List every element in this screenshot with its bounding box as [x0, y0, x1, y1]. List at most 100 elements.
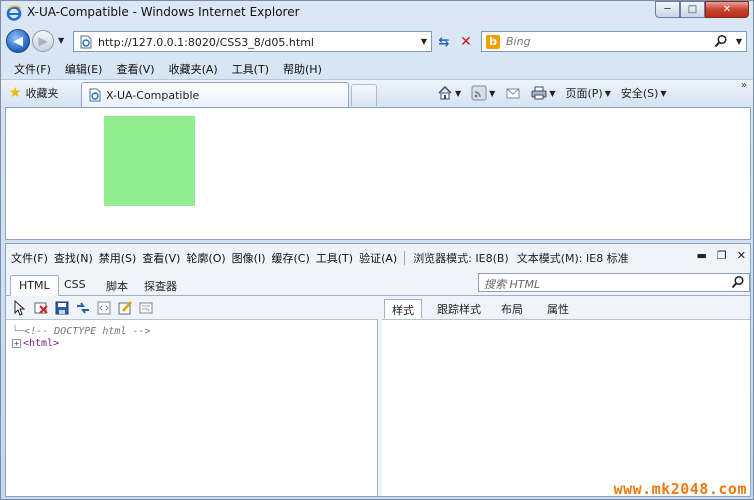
back-arrow-icon: ◀: [13, 33, 23, 49]
forward-button[interactable]: ▶: [32, 30, 54, 52]
search-placeholder: Bing: [506, 35, 531, 48]
devtools-menu-tools[interactable]: 工具(T): [313, 250, 356, 266]
watermark: www.mk2048.com: [613, 480, 747, 498]
favorites-button[interactable]: ★ 收藏夹: [9, 85, 59, 101]
tab-trace-styles[interactable]: 跟踪样式: [430, 299, 488, 319]
safety-menu-label: 安全(S): [620, 87, 659, 100]
menu-edit[interactable]: 编辑(E): [58, 58, 110, 78]
search-icon[interactable]: [731, 275, 745, 289]
back-button[interactable]: ◀: [6, 29, 30, 53]
menu-file[interactable]: 文件(F): [7, 58, 58, 78]
menu-tools[interactable]: 工具(T): [225, 58, 276, 78]
divider: [404, 251, 406, 265]
home-icon: [438, 85, 452, 100]
tab-styles[interactable]: 样式: [384, 299, 422, 319]
search-field[interactable]: b Bing ▼: [481, 31, 747, 52]
stop-button[interactable]: ✕: [456, 32, 476, 52]
devtools-html-toolbar: [6, 297, 378, 319]
more-commands-icon[interactable]: »: [741, 80, 747, 91]
doctype-comment: <!-- DOCTYPE html -->: [24, 326, 151, 337]
refresh-icon: ⇆: [438, 34, 450, 50]
word-wrap-icon[interactable]: [138, 300, 154, 316]
clear-highlight-icon[interactable]: [33, 300, 49, 316]
tab-attributes[interactable]: 属性: [540, 299, 576, 319]
bing-icon: b: [486, 35, 500, 49]
search-icon[interactable]: [714, 34, 728, 48]
devtools-menu-validate[interactable]: 验证(A): [356, 250, 400, 266]
dom-tree-html-node[interactable]: + <html>: [12, 338, 59, 349]
style-tab-strip: 样式 跟踪样式 布局 属性: [382, 297, 750, 319]
devtools-menu-find[interactable]: 查找(N): [51, 250, 96, 266]
stop-icon: ✕: [460, 34, 472, 50]
forward-arrow-icon: ▶: [38, 34, 48, 48]
html-search-input[interactable]: 搜索 HTML: [478, 273, 750, 292]
save-icon[interactable]: [54, 300, 70, 316]
feeds-button[interactable]: ▼: [471, 85, 495, 101]
menu-help[interactable]: 帮助(H): [276, 58, 329, 78]
dom-tree-doctype[interactable]: └─<!-- DOCTYPE html -->: [12, 326, 150, 337]
safety-menu-button[interactable]: 安全(S) ▼: [621, 85, 667, 101]
mail-button[interactable]: [505, 85, 521, 101]
star-icon: ★: [9, 85, 22, 101]
devtools-menu-view[interactable]: 查看(V): [139, 250, 183, 266]
address-field[interactable]: http://127.0.0.1:8020/CSS3_8/d05.html ▼: [73, 31, 432, 52]
tab-layout[interactable]: 布局: [494, 299, 530, 319]
page-menu-button[interactable]: 页面(P) ▼: [565, 85, 610, 101]
devtools-unpin-icon[interactable]: ❐: [717, 249, 727, 262]
devtools-close-icon[interactable]: ✕: [737, 249, 746, 262]
element-source-icon[interactable]: [96, 300, 112, 316]
devtools-menu-cache[interactable]: 缓存(C): [269, 250, 313, 266]
green-box: [104, 116, 195, 206]
devtools-window-controls: ▬ ❐ ✕: [697, 249, 747, 262]
devtools-menu-outline[interactable]: 轮廓(O): [183, 250, 228, 266]
address-url: http://127.0.0.1:8020/CSS3_8/d05.html: [98, 36, 314, 49]
devtools-menu-disable[interactable]: 禁用(S): [96, 250, 140, 266]
html-node-label: <html>: [23, 338, 60, 349]
address-dropdown-icon[interactable]: ▼: [421, 37, 427, 46]
title-bar: X-UA-Compatible - Windows Internet Explo…: [1, 1, 753, 25]
page-menu-label: 页面(P): [565, 87, 603, 100]
page-viewport: [5, 107, 751, 240]
search-dropdown-icon[interactable]: ▼: [736, 37, 742, 46]
developer-tools-panel: 文件(F) 查找(N) 禁用(S) 查看(V) 轮廓(O) 图像(I) 缓存(C…: [5, 243, 751, 497]
tab-x-ua-compatible[interactable]: X-UA-Compatible: [81, 82, 349, 107]
browser-mode-menu[interactable]: 浏览器模式: IE8(B): [409, 250, 513, 266]
expand-icon[interactable]: +: [12, 338, 21, 348]
address-row: ◀ ▶ ▼ http://127.0.0.1:8020/CSS3_8/d05.h…: [1, 26, 753, 56]
chevron-down-icon: ▼: [489, 88, 496, 98]
style-pane: [382, 319, 750, 496]
devtools-tab-strip: HTML CSS 脚本 探查器 搜索 HTML: [6, 271, 750, 296]
chevron-down-icon: ▼: [455, 88, 462, 98]
minimize-button[interactable]: ─: [655, 1, 680, 18]
refresh-icon[interactable]: [75, 300, 91, 316]
dom-tree-pane: └─<!-- DOCTYPE html --> + <html>: [6, 319, 378, 496]
menu-favorites[interactable]: 收藏夹(A): [162, 58, 225, 78]
devtools-menu-images[interactable]: 图像(I): [229, 250, 269, 266]
mail-icon: [506, 88, 520, 99]
close-button[interactable]: ✕: [705, 1, 749, 18]
printer-icon: [531, 86, 547, 100]
maximize-button[interactable]: □: [680, 1, 705, 18]
tab-profiler[interactable]: 探查器: [136, 275, 185, 296]
document-mode-menu[interactable]: 文本模式(M): IE8 标准: [513, 250, 633, 266]
chevron-down-icon: ▼: [660, 88, 667, 98]
select-element-icon[interactable]: [12, 300, 28, 316]
tab-html[interactable]: HTML: [10, 275, 59, 296]
home-button[interactable]: ▼: [437, 85, 461, 101]
ie-logo-icon: [6, 5, 22, 21]
recent-pages-dropdown[interactable]: ▼: [58, 36, 64, 45]
compatibility-refresh-button[interactable]: ⇆: [434, 32, 454, 52]
tab-css[interactable]: CSS: [56, 275, 94, 296]
new-tab-button[interactable]: [351, 84, 377, 106]
command-bar: ▼ ▼ ▼ 页面(P) ▼ 安全(S) ▼: [437, 83, 677, 103]
page-icon: [80, 35, 92, 49]
browser-window: X-UA-Compatible - Windows Internet Explo…: [0, 0, 754, 500]
tab-script[interactable]: 脚本: [98, 275, 136, 296]
menu-view[interactable]: 查看(V): [109, 58, 161, 78]
edit-icon[interactable]: [117, 300, 133, 316]
favorites-label: 收藏夹: [25, 87, 59, 100]
print-button[interactable]: ▼: [531, 85, 555, 101]
devtools-minimize-icon[interactable]: ▬: [697, 249, 707, 262]
devtools-menu-file[interactable]: 文件(F): [8, 250, 51, 266]
rss-icon: [471, 85, 487, 101]
